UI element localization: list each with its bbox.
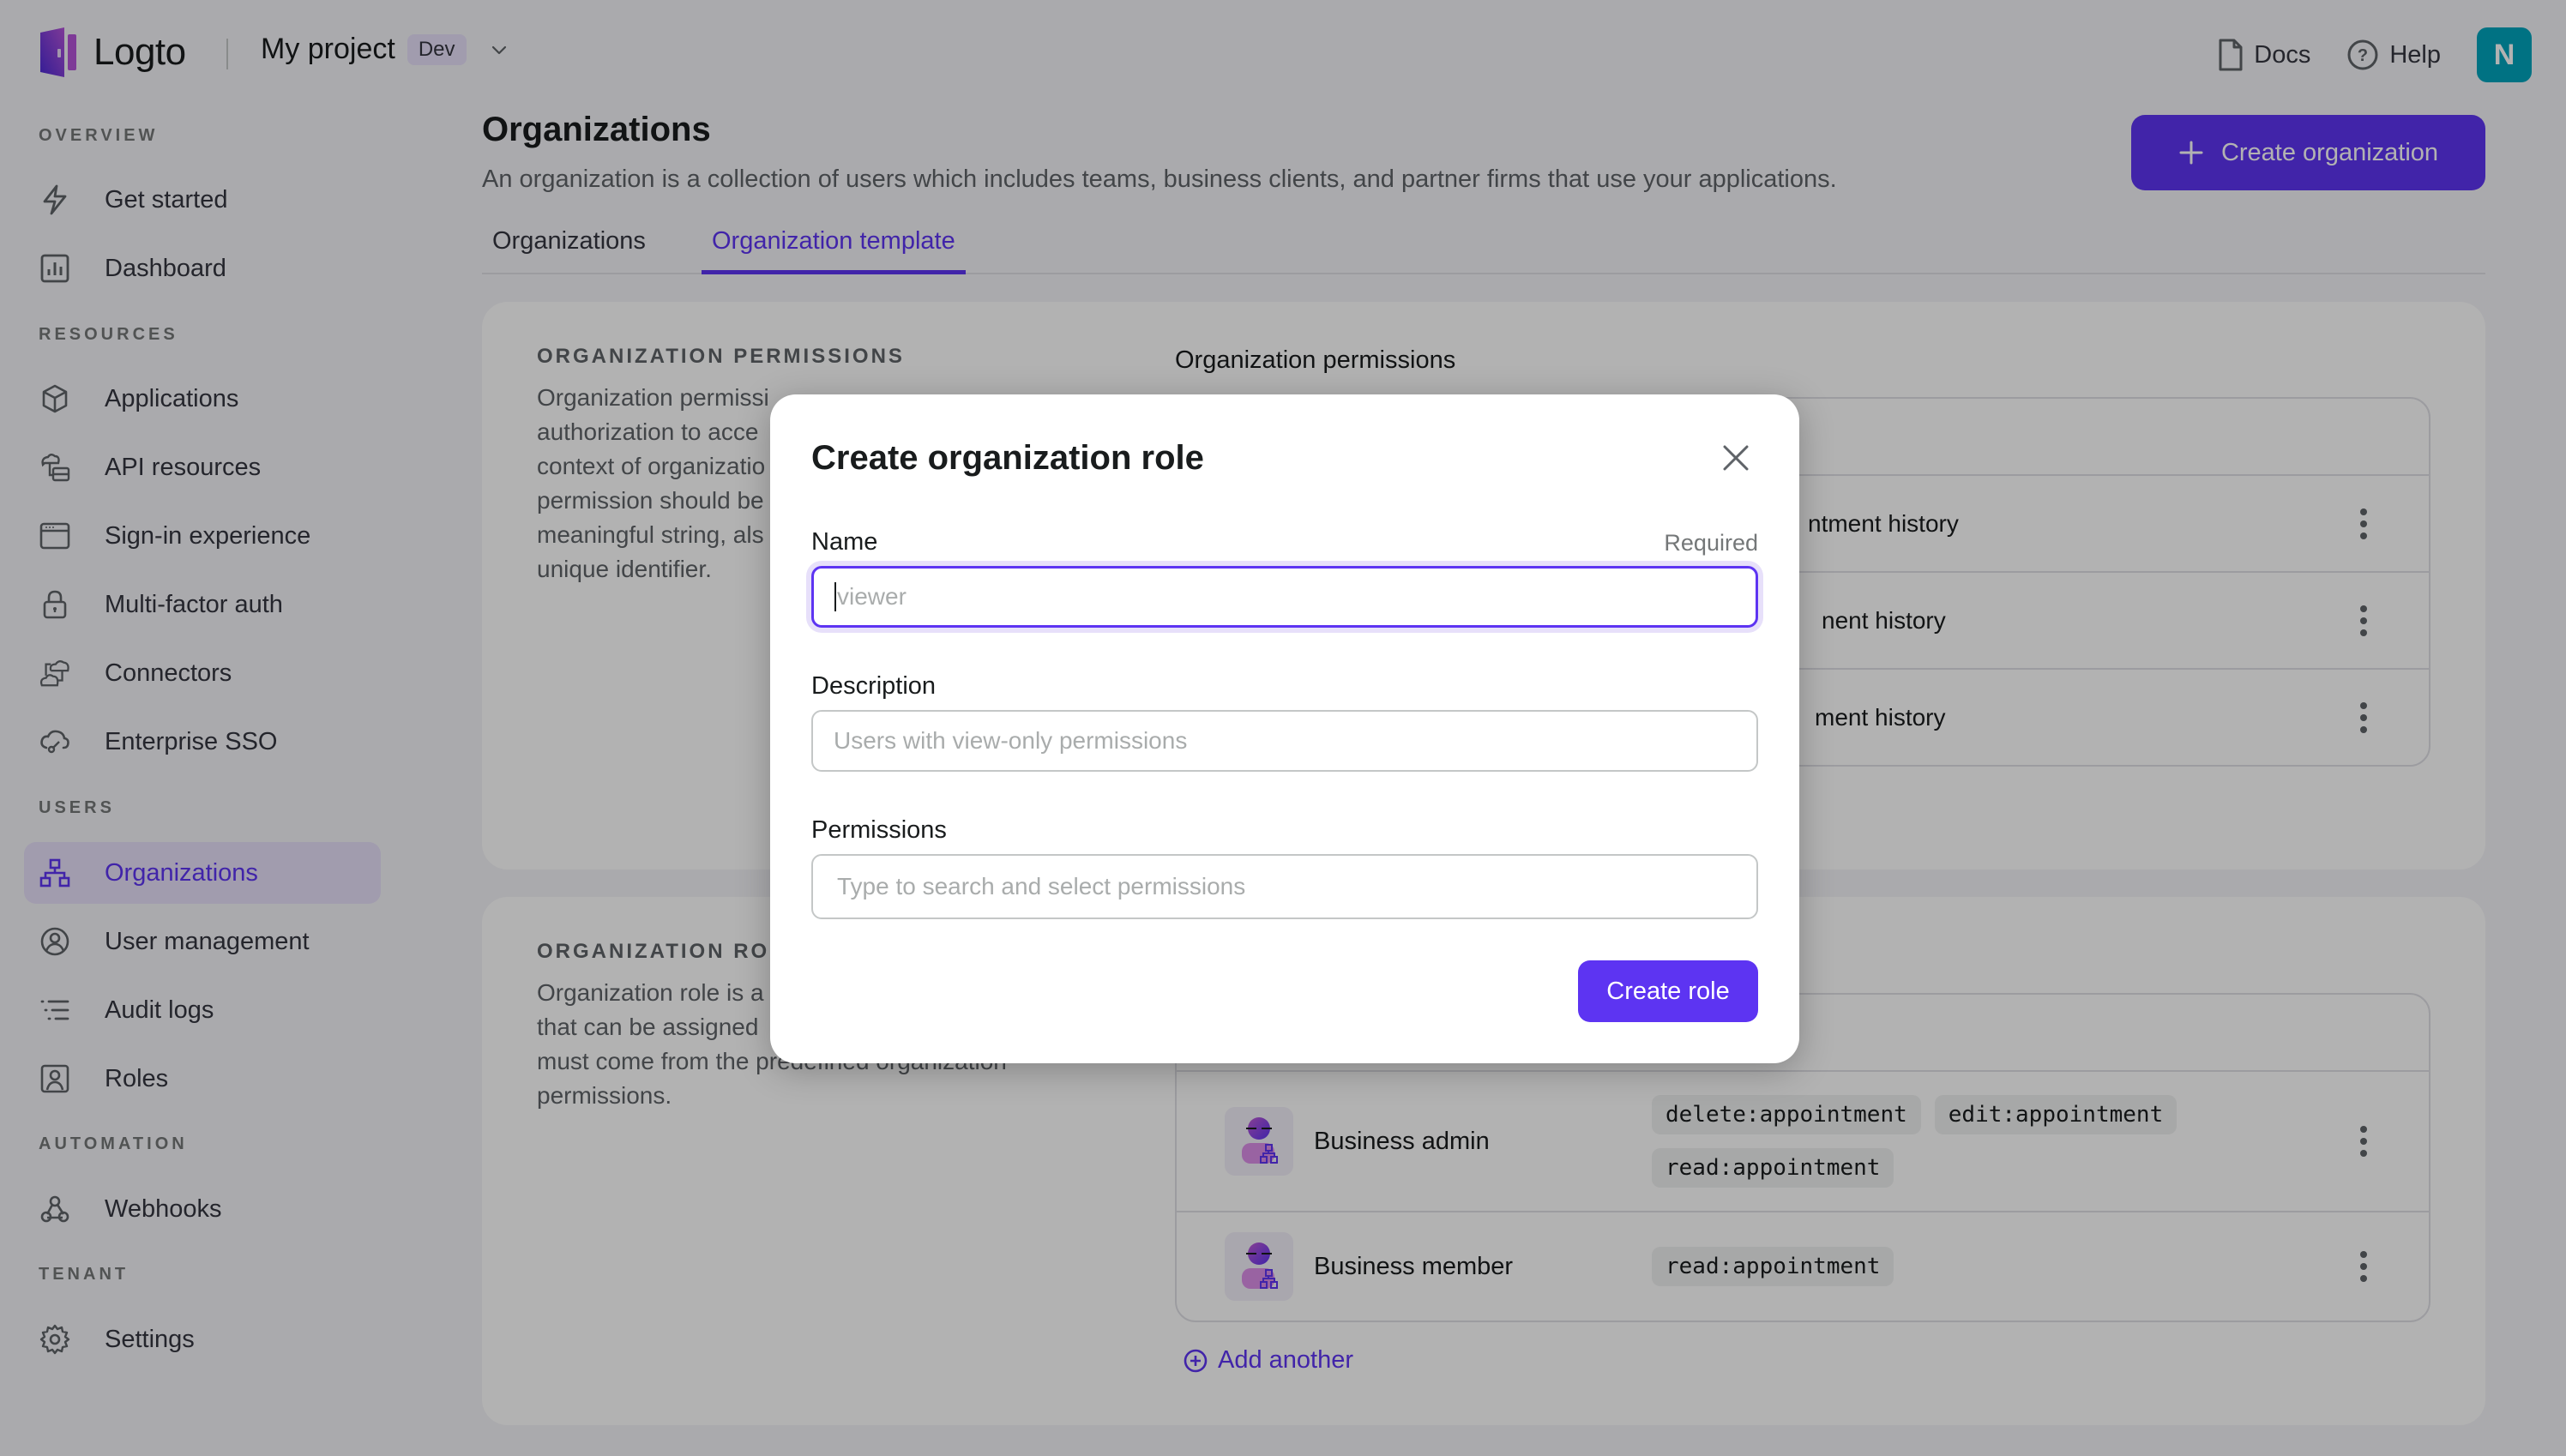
create-organization-role-modal: Create organization role Name Required v… (770, 394, 1799, 1063)
name-placeholder: viewer (837, 583, 907, 610)
text-caret (834, 582, 836, 611)
name-label: Name (811, 528, 878, 556)
description-input[interactable]: Users with view-only permissions (811, 710, 1758, 772)
close-icon[interactable] (1720, 442, 1751, 473)
description-label: Description (811, 672, 937, 700)
permissions-placeholder: Type to search and select permissions (837, 873, 1246, 899)
create-role-button[interactable]: Create role (1578, 960, 1758, 1022)
permissions-label: Permissions (811, 816, 947, 844)
modal-title: Create organization role (811, 439, 1204, 477)
permissions-select[interactable]: Type to search and select permissions (811, 854, 1758, 919)
description-placeholder: Users with view-only permissions (834, 727, 1188, 754)
required-indicator: Required (1664, 530, 1758, 556)
name-input[interactable]: viewer (811, 566, 1758, 628)
